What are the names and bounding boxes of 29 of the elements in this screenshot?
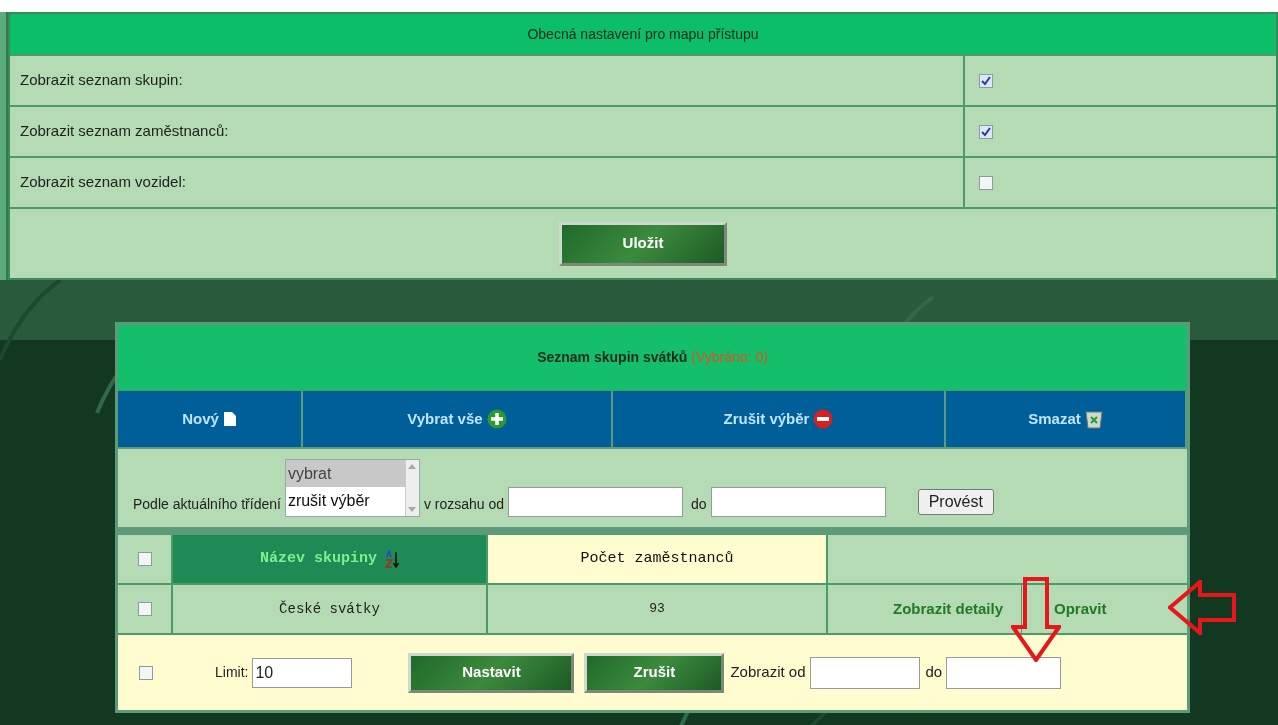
details-link[interactable]: Zobrazit detaily <box>892 597 1003 621</box>
show-from-label: Zobrazit od <box>730 662 806 683</box>
panel-title: Obecná nastavení pro mapu přístupu <box>527 24 759 44</box>
toolbar-button[interactable]: Vybrat vše <box>303 391 613 447</box>
toolbar-button[interactable]: Smazat <box>946 391 1187 447</box>
range-label: v rozsahu od <box>423 495 505 514</box>
setting-label: Zobrazit seznam skupin: <box>20 70 183 91</box>
show-to-label: do <box>925 662 943 683</box>
selected-count: (Vybráno: 0) <box>691 348 768 367</box>
limit-field[interactable]: 10 <box>252 657 353 688</box>
edit-link[interactable]: Opravit <box>1054 597 1107 621</box>
range-to-label: do <box>691 495 707 514</box>
column-header[interactable]: Název skupiny <box>173 535 488 583</box>
set-button[interactable]: Nastavit <box>408 652 575 693</box>
apply-button[interactable]: Provést <box>917 489 994 515</box>
setting-label: Zobrazit seznam vozidel: <box>20 172 186 193</box>
setting-label: Zobrazit seznam zaměstnanců: <box>20 121 229 142</box>
list-title: Seznam skupin svátků <box>537 348 688 367</box>
cancel-button[interactable]: Zrušit <box>584 652 725 693</box>
employee-count: 93 <box>649 600 665 619</box>
filter-label: Podle aktuálního třídení <box>133 495 281 514</box>
toolbar-button[interactable]: Zrušit výběr <box>613 391 946 447</box>
column-header[interactable]: Počet zaměstnanců <box>488 535 828 583</box>
group-name: České svátky <box>279 599 380 619</box>
limit-label: Limit: <box>215 663 249 682</box>
list-option[interactable]: vybrat <box>285 460 405 487</box>
selection-list[interactable]: vybrat zrušit výběr <box>284 459 420 517</box>
save-button[interactable]: Uložit <box>559 221 727 266</box>
toolbar-button[interactable]: Nový <box>118 391 303 447</box>
